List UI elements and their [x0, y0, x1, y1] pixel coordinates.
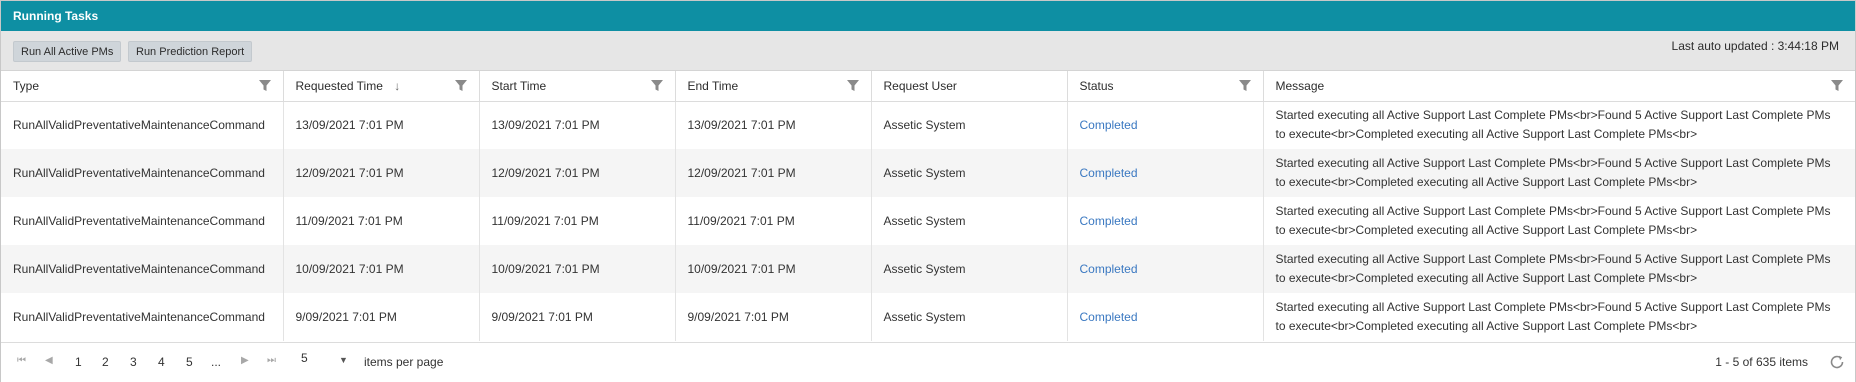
- page-number[interactable]: 5: [186, 355, 193, 369]
- cell-status: Completed: [1067, 245, 1264, 293]
- cell-message: Started executing all Active Support Las…: [1275, 300, 1831, 333]
- column-label-start-time: Start Time: [491, 78, 547, 93]
- table-row[interactable]: RunAllValidPreventativeMaintenanceComman…: [1, 101, 1855, 149]
- cell-start-time: 11/09/2021 7:01 PM: [479, 197, 676, 245]
- cell-start-time: 9/09/2021 7:01 PM: [479, 293, 676, 341]
- cell-type: RunAllValidPreventativeMaintenanceComman…: [1, 197, 284, 245]
- cell-requested-time: 11/09/2021 7:01 PM: [283, 197, 480, 245]
- cell-type: RunAllValidPreventativeMaintenanceComman…: [1, 101, 284, 149]
- cell-type: RunAllValidPreventativeMaintenanceComman…: [1, 149, 284, 197]
- status-link[interactable]: Completed: [1080, 214, 1138, 228]
- column-label-end-time: End Time: [687, 78, 739, 93]
- cell-message: Started executing all Active Support Las…: [1275, 108, 1831, 142]
- column-label-request-user: Request User: [883, 78, 957, 93]
- column-label-type: Type: [13, 78, 40, 93]
- status-link[interactable]: Completed: [1080, 262, 1138, 276]
- cell-end-time: 13/09/2021 7:01 PM: [675, 101, 872, 149]
- cell-type: RunAllValidPreventativeMaintenanceComman…: [1, 293, 284, 341]
- status-link[interactable]: Completed: [1080, 310, 1138, 324]
- pager-info: 1 - 5 of 635 items: [1715, 355, 1808, 369]
- items-per-page-label: items per page: [364, 355, 444, 369]
- running-tasks-panel: Running Tasks Run All Active PMs Run Pre…: [0, 0, 1856, 382]
- table-row[interactable]: RunAllValidPreventativeMaintenanceComman…: [1, 245, 1855, 293]
- filter-icon[interactable]: [846, 80, 859, 92]
- toolbar: Run All Active PMs Run Prediction Report…: [1, 31, 1855, 71]
- table-row[interactable]: RunAllValidPreventativeMaintenanceComman…: [1, 197, 1855, 245]
- next-page-icon[interactable]: ▶: [241, 355, 249, 366]
- cell-start-time: 10/09/2021 7:01 PM: [479, 245, 676, 293]
- filter-icon[interactable]: [258, 80, 271, 92]
- tasks-grid: Type Requested Time ↓ Start Time End Tim…: [1, 71, 1855, 341]
- run-prediction-report-button[interactable]: Run Prediction Report: [128, 41, 253, 62]
- arrow-down-icon: ↓: [394, 78, 401, 93]
- cell-status: Completed: [1067, 293, 1264, 341]
- cell-request-user: Assetic System: [871, 149, 1068, 197]
- table-row[interactable]: RunAllValidPreventativeMaintenanceComman…: [1, 293, 1855, 341]
- filter-icon[interactable]: [1831, 80, 1843, 92]
- cell-end-time: 9/09/2021 7:01 PM: [675, 293, 872, 341]
- column-label-status: Status: [1079, 78, 1114, 93]
- cell-requested-time: 9/09/2021 7:01 PM: [283, 293, 480, 341]
- cell-end-time: 10/09/2021 7:01 PM: [675, 245, 872, 293]
- cell-start-time: 12/09/2021 7:01 PM: [479, 149, 676, 197]
- cell-status: Completed: [1067, 149, 1264, 197]
- cell-status: Completed: [1067, 101, 1264, 149]
- cell-request-user: Assetic System: [871, 293, 1068, 341]
- column-header-status[interactable]: Status: [1067, 71, 1264, 102]
- status-link[interactable]: Completed: [1080, 118, 1138, 132]
- cell-request-user: Assetic System: [871, 197, 1068, 245]
- panel-title: Running Tasks: [1, 1, 1855, 31]
- chevron-down-icon[interactable]: ▼: [339, 355, 348, 365]
- refresh-icon[interactable]: [1829, 354, 1845, 370]
- filter-icon[interactable]: [650, 80, 663, 92]
- cell-start-time: 13/09/2021 7:01 PM: [479, 101, 676, 149]
- page-size-value[interactable]: 5: [301, 351, 308, 365]
- column-header-requested-time[interactable]: Requested Time ↓: [283, 71, 480, 102]
- last-page-icon[interactable]: ⏭: [267, 355, 276, 366]
- cell-request-user: Assetic System: [871, 245, 1068, 293]
- column-header-request-user[interactable]: Request User: [871, 71, 1068, 102]
- cell-end-time: 12/09/2021 7:01 PM: [675, 149, 872, 197]
- cell-message: Started executing all Active Support Las…: [1263, 149, 1855, 197]
- filter-icon[interactable]: [454, 80, 467, 92]
- table-row[interactable]: RunAllValidPreventativeMaintenanceComman…: [1, 149, 1855, 197]
- pager: ⏮ ◀ 1 2 3 4 5 ... ▶ ⏭ 5 ▼ items per page…: [1, 342, 1855, 382]
- page-number[interactable]: 4: [158, 355, 165, 369]
- column-header-end-time[interactable]: End Time: [675, 71, 872, 102]
- page-number[interactable]: 2: [102, 355, 109, 369]
- cell-end-time: 11/09/2021 7:01 PM: [675, 197, 872, 245]
- first-page-icon[interactable]: ⏮: [17, 355, 26, 366]
- cell-requested-time: 10/09/2021 7:01 PM: [283, 245, 480, 293]
- cell-requested-time: 12/09/2021 7:01 PM: [283, 149, 480, 197]
- cell-message: Started executing all Active Support Las…: [1263, 245, 1855, 293]
- cell-requested-time: 13/09/2021 7:01 PM: [283, 101, 480, 149]
- page-number[interactable]: 3: [130, 355, 137, 369]
- more-pages[interactable]: ...: [211, 355, 221, 369]
- last-updated-text: Last auto updated : 3:44:18 PM: [1671, 39, 1839, 53]
- cell-status: Completed: [1067, 197, 1264, 245]
- cell-type: RunAllValidPreventativeMaintenanceComman…: [1, 245, 284, 293]
- column-header-start-time[interactable]: Start Time: [479, 71, 676, 102]
- cell-message: Started executing all Active Support Las…: [1275, 204, 1831, 237]
- column-header-message[interactable]: Message: [1263, 71, 1855, 102]
- status-link[interactable]: Completed: [1080, 166, 1138, 180]
- page-number[interactable]: 1: [75, 355, 82, 369]
- column-label-requested-time: Requested Time: [295, 78, 383, 93]
- run-all-active-pms-button[interactable]: Run All Active PMs: [13, 41, 122, 62]
- column-header-type[interactable]: Type: [1, 71, 284, 102]
- column-label-message: Message: [1275, 78, 1325, 93]
- header-row: Type Requested Time ↓ Start Time End Tim…: [1, 71, 1855, 102]
- previous-page-icon[interactable]: ◀: [45, 355, 53, 366]
- cell-request-user: Assetic System: [871, 101, 1068, 149]
- filter-icon[interactable]: [1238, 80, 1251, 92]
